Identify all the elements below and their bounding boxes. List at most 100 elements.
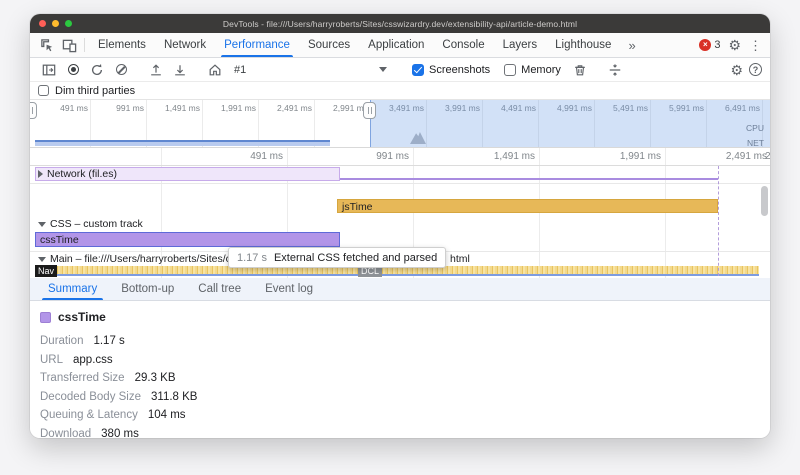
selection-left-handle[interactable] [30, 102, 37, 119]
summary-title-row: cssTime [40, 310, 770, 324]
tab-performance[interactable]: Performance [215, 33, 299, 57]
tooltip-text: External CSS fetched and parsed [274, 252, 437, 264]
csstime-event-bar[interactable]: cssTime [35, 232, 340, 247]
tab-lighthouse[interactable]: Lighthouse [546, 33, 620, 57]
overview-tick: 2,491 ms [252, 103, 312, 113]
traffic-lights [39, 20, 72, 27]
zoom-window-button[interactable] [65, 20, 72, 27]
tab-network[interactable]: Network [155, 33, 215, 57]
divider [84, 38, 85, 52]
toolbar-right-cluster: ⚙ ? [730, 63, 762, 77]
overview-tick: 991 ms [84, 103, 144, 113]
overview-selection-overlay [370, 100, 770, 147]
settings-gear-icon[interactable]: ⚙ [728, 38, 741, 52]
nav-marker-badge: Nav [35, 265, 57, 277]
devtools-window: DevTools - file:///Users/harryroberts/Si… [30, 14, 770, 438]
tooltip-duration: 1.17 s [237, 252, 267, 264]
tab-application[interactable]: Application [359, 33, 433, 57]
tabbar-right-cluster: × 3 ⚙ ⋮ [699, 33, 770, 57]
overview-tick: 491 ms [30, 103, 88, 113]
capture-settings-gear-icon[interactable]: ⚙ [730, 63, 743, 77]
upload-profile-icon[interactable] [145, 60, 167, 80]
summary-row: Download 380 ms [40, 425, 770, 439]
clear-recording-icon[interactable] [110, 60, 132, 80]
dim-third-parties-row: Dim third parties [30, 82, 770, 100]
record-and-reload-icon[interactable] [86, 60, 108, 80]
inspect-element-icon[interactable] [36, 33, 58, 57]
overview-tick: 2,991 ms [308, 103, 368, 113]
close-window-button[interactable] [39, 20, 46, 27]
gridline [539, 148, 540, 278]
timeline-overview[interactable]: 491 ms 991 ms 1,491 ms 1,991 ms 2,491 ms… [30, 100, 770, 148]
main-track-header-suffix: html [450, 253, 470, 265]
overview-tick: 1,991 ms [196, 103, 256, 113]
tab-sources[interactable]: Sources [299, 33, 359, 57]
memory-checkbox[interactable]: Memory [498, 64, 567, 76]
event-tooltip: 1.17 s External CSS fetched and parsed [228, 247, 446, 268]
detail-tick: 491 ms [213, 151, 283, 162]
minimize-window-button[interactable] [52, 20, 59, 27]
summary-row: Queuing & Latency 104 ms [40, 406, 770, 425]
kebab-menu-icon[interactable]: ⋮ [749, 39, 762, 52]
network-activity-bar [35, 140, 330, 146]
summary-pane: cssTime Duration 1.17 s URL app.css Tran… [30, 301, 770, 438]
device-toolbar-icon[interactable] [58, 33, 80, 57]
detail-tick: 1,491 ms [465, 151, 535, 162]
isolate-track-icon[interactable] [604, 60, 626, 80]
disclosure-expanded-icon [38, 222, 46, 227]
live-metrics-home-icon[interactable] [204, 60, 226, 80]
gridline [665, 148, 666, 278]
error-icon: × [699, 39, 711, 51]
checkbox-unchecked-icon [504, 64, 516, 76]
history-selected-value: #1 [234, 64, 246, 76]
network-request-tail-line [340, 178, 718, 180]
help-icon[interactable]: ? [749, 63, 762, 76]
tab-console[interactable]: Console [433, 33, 493, 57]
jstime-event-bar[interactable]: jsTime [337, 199, 718, 213]
divider [30, 165, 770, 166]
timeline-detail[interactable]: 491 ms 991 ms 1,491 ms 1,991 ms 2,491 ms… [30, 148, 770, 278]
window-title: DevTools - file:///Users/harryroberts/Si… [30, 19, 770, 29]
overview-tick: 1,491 ms [140, 103, 200, 113]
recording-history-select[interactable]: #1 [228, 61, 393, 79]
summary-event-name: cssTime [58, 310, 106, 324]
tab-layers[interactable]: Layers [494, 33, 547, 57]
devtools-tabbar: Elements Network Performance Sources App… [30, 33, 770, 58]
collect-garbage-icon[interactable] [569, 60, 591, 80]
tab-bottom-up[interactable]: Bottom-up [111, 278, 184, 300]
divider [30, 183, 770, 184]
screenshots-checkbox[interactable]: Screenshots [406, 64, 496, 76]
dim-third-parties-checkbox[interactable] [38, 85, 49, 96]
vertical-scrollbar[interactable] [761, 186, 768, 216]
checkbox-checked-icon [412, 64, 424, 76]
detail-tick: 991 ms [339, 151, 409, 162]
screenshots-label: Screenshots [429, 64, 490, 76]
selection-right-handle[interactable] [363, 102, 376, 119]
window-titlebar: DevTools - file:///Users/harryroberts/Si… [30, 14, 770, 33]
record-button[interactable] [62, 60, 84, 80]
tab-summary[interactable]: Summary [38, 278, 107, 300]
network-track-header[interactable]: Network (fil.es) [38, 168, 117, 180]
dim-third-parties-label: Dim third parties [55, 85, 135, 97]
summary-row: Decoded Body Size 311.8 KB [40, 388, 770, 407]
memory-label: Memory [521, 64, 561, 76]
tab-call-tree[interactable]: Call tree [188, 278, 251, 300]
event-end-marker-line [718, 166, 719, 276]
detail-tick: 1,991 ms [591, 151, 661, 162]
main-track-header[interactable]: Main – file:///Users/harryroberts/Sites/… [38, 253, 231, 265]
summary-row: URL app.css [40, 351, 770, 370]
tab-elements[interactable]: Elements [89, 33, 155, 57]
error-count: 3 [714, 39, 720, 51]
event-color-swatch [40, 312, 51, 323]
css-track-header[interactable]: CSS – custom track [38, 218, 143, 230]
console-errors-badge[interactable]: × 3 [699, 39, 720, 51]
download-profile-icon[interactable] [169, 60, 191, 80]
bottom-panel-tabbar: Summary Bottom-up Call tree Event log [30, 278, 770, 301]
summary-row: Transferred Size 29.3 KB [40, 369, 770, 388]
more-tabs-chevron-icon[interactable]: » [620, 33, 643, 57]
toggle-sidebar-icon[interactable] [38, 60, 60, 80]
tab-event-log[interactable]: Event log [255, 278, 323, 300]
detail-tick: 2,491 ms [697, 151, 767, 162]
chevron-down-icon [379, 67, 387, 72]
summary-row: Duration 1.17 s [40, 332, 770, 351]
